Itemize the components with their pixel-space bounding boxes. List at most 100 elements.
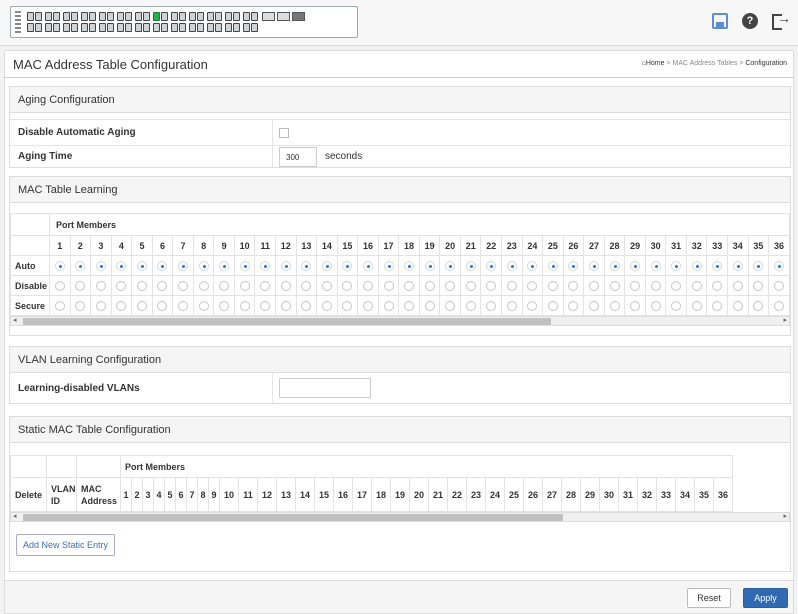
learning-radio-disable[interactable] (753, 280, 764, 291)
disable-aging-checkbox[interactable] (279, 127, 289, 138)
learning-radio-disable[interactable] (95, 280, 106, 291)
learning-radio-auto[interactable] (116, 260, 127, 271)
learning-radio-auto[interactable] (630, 260, 641, 271)
save-icon[interactable] (712, 13, 728, 29)
learning-radio-secure[interactable] (506, 300, 517, 311)
learning-radio-disable[interactable] (712, 280, 723, 291)
static-scrollbar[interactable]: ◂ ▸ (10, 512, 790, 522)
learning-radio-disable[interactable] (362, 280, 373, 291)
learning-radio-secure[interactable] (671, 300, 682, 311)
learning-radio-auto[interactable] (75, 260, 86, 271)
learning-radio-disable[interactable] (774, 280, 785, 291)
learning-radio-disable[interactable] (219, 280, 230, 291)
learning-radio-auto[interactable] (260, 260, 271, 271)
learning-radio-secure[interactable] (239, 300, 250, 311)
add-static-entry-button[interactable]: Add New Static Entry (16, 534, 116, 556)
learning-radio-secure[interactable] (219, 300, 230, 311)
learning-radio-secure[interactable] (609, 300, 620, 311)
learning-radio-secure[interactable] (650, 300, 661, 311)
learning-radio-auto[interactable] (732, 260, 743, 271)
learning-radio-disable[interactable] (280, 280, 291, 291)
reset-button[interactable]: Reset (687, 588, 731, 608)
learning-radio-secure[interactable] (732, 300, 743, 311)
learning-radio-auto[interactable] (178, 260, 189, 271)
learning-radio-auto[interactable] (383, 260, 394, 271)
learning-radio-secure[interactable] (362, 300, 373, 311)
learning-radio-secure[interactable] (568, 300, 579, 311)
learning-radio-auto[interactable] (54, 260, 65, 271)
learning-radio-disable[interactable] (671, 280, 682, 291)
learning-radio-secure[interactable] (260, 300, 271, 311)
learning-radio-auto[interactable] (527, 260, 538, 271)
learning-radio-disable[interactable] (486, 280, 497, 291)
learning-radio-auto[interactable] (691, 260, 702, 271)
learning-radio-auto[interactable] (774, 260, 785, 271)
learning-radio-disable[interactable] (465, 280, 476, 291)
learning-radio-secure[interactable] (54, 300, 65, 311)
aging-time-input[interactable]: 300 (279, 146, 317, 167)
learning-radio-auto[interactable] (424, 260, 435, 271)
vlan-input[interactable] (279, 378, 371, 398)
learning-radio-disable[interactable] (691, 280, 702, 291)
learning-radio-disable[interactable] (547, 280, 558, 291)
learning-radio-secure[interactable] (424, 300, 435, 311)
learning-radio-disable[interactable] (321, 280, 332, 291)
learning-radio-secure[interactable] (712, 300, 723, 311)
learning-radio-secure[interactable] (136, 300, 147, 311)
learning-radio-secure[interactable] (116, 300, 127, 311)
learning-radio-auto[interactable] (465, 260, 476, 271)
learning-radio-disable[interactable] (239, 280, 250, 291)
learning-radio-disable[interactable] (75, 280, 86, 291)
learning-radio-disable[interactable] (383, 280, 394, 291)
learning-radio-auto[interactable] (280, 260, 291, 271)
learning-radio-secure[interactable] (445, 300, 456, 311)
learning-radio-secure[interactable] (95, 300, 106, 311)
learning-radio-auto[interactable] (219, 260, 230, 271)
learning-radio-auto[interactable] (342, 260, 353, 271)
learning-radio-secure[interactable] (383, 300, 394, 311)
learning-radio-disable[interactable] (178, 280, 189, 291)
learning-radio-secure[interactable] (486, 300, 497, 311)
learning-radio-secure[interactable] (301, 300, 312, 311)
learning-scroll-thumb[interactable] (23, 318, 551, 325)
learning-radio-auto[interactable] (671, 260, 682, 271)
learning-radio-auto[interactable] (712, 260, 723, 271)
learning-radio-disable[interactable] (609, 280, 620, 291)
learning-radio-auto[interactable] (157, 260, 168, 271)
breadcrumb-mac-tables[interactable]: MAC Address Tables (673, 60, 738, 67)
learning-radio-auto[interactable] (301, 260, 312, 271)
learning-radio-disable[interactable] (588, 280, 599, 291)
learning-radio-auto[interactable] (588, 260, 599, 271)
learning-radio-secure[interactable] (321, 300, 332, 311)
learning-radio-secure[interactable] (178, 300, 189, 311)
learning-radio-auto[interactable] (136, 260, 147, 271)
learning-radio-auto[interactable] (506, 260, 517, 271)
learning-radio-disable[interactable] (404, 280, 415, 291)
learning-radio-auto[interactable] (239, 260, 250, 271)
learning-radio-auto[interactable] (321, 260, 332, 271)
learning-radio-auto[interactable] (95, 260, 106, 271)
learning-radio-secure[interactable] (691, 300, 702, 311)
apply-button[interactable]: Apply (743, 588, 788, 608)
learning-radio-auto[interactable] (650, 260, 661, 271)
learning-radio-auto[interactable] (609, 260, 620, 271)
learning-radio-auto[interactable] (362, 260, 373, 271)
learning-radio-auto[interactable] (568, 260, 579, 271)
learning-radio-disable[interactable] (260, 280, 271, 291)
learning-radio-secure[interactable] (588, 300, 599, 311)
learning-radio-auto[interactable] (445, 260, 456, 271)
learning-radio-secure[interactable] (630, 300, 641, 311)
learning-radio-disable[interactable] (198, 280, 209, 291)
learning-radio-disable[interactable] (445, 280, 456, 291)
learning-radio-secure[interactable] (280, 300, 291, 311)
learning-radio-disable[interactable] (116, 280, 127, 291)
learning-radio-secure[interactable] (527, 300, 538, 311)
learning-radio-secure[interactable] (75, 300, 86, 311)
learning-radio-disable[interactable] (630, 280, 641, 291)
learning-radio-secure[interactable] (547, 300, 558, 311)
learning-radio-disable[interactable] (527, 280, 538, 291)
learning-radio-disable[interactable] (342, 280, 353, 291)
learning-radio-disable[interactable] (301, 280, 312, 291)
learning-radio-disable[interactable] (157, 280, 168, 291)
help-icon[interactable]: ? (742, 13, 758, 29)
